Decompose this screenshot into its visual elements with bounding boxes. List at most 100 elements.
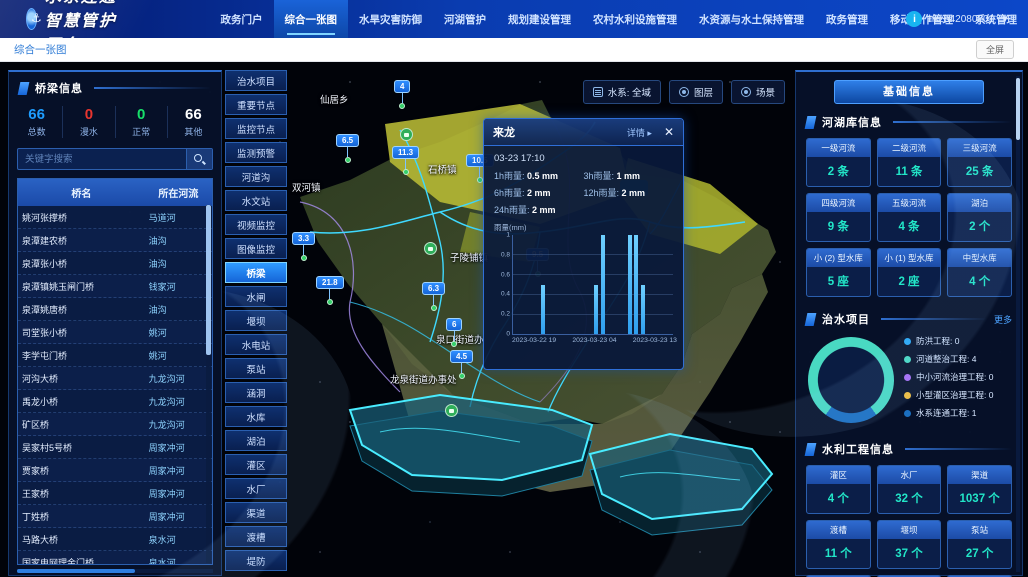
marker-dot-icon — [431, 305, 437, 311]
close-icon[interactable]: ✕ — [664, 126, 674, 138]
table-row[interactable]: 吴家村5号桥周家冲河 — [18, 436, 212, 459]
marker-stem — [405, 159, 406, 169]
map-control-图层[interactable]: 图层 — [669, 80, 723, 104]
table-row[interactable]: 马路大桥泉水河 — [18, 528, 212, 551]
river-card-中型水库: 中型水库4 个 — [947, 248, 1012, 297]
nav-item-农村水利设施管理[interactable]: 农村水利设施管理 — [582, 0, 688, 38]
camera-marker-icon[interactable] — [400, 128, 413, 141]
camera-marker-icon[interactable] — [424, 242, 437, 255]
popup-detail-link[interactable]: 详情 ▸ — [627, 126, 652, 139]
layer-item-监控节点[interactable]: 监控节点 — [225, 118, 287, 139]
card-value: 11 条 — [878, 157, 941, 186]
user-menu[interactable]: i hkzb42080201 ▼ — [906, 0, 1010, 38]
table-row[interactable]: 禹龙小桥九龙沟河 — [18, 390, 212, 413]
marker-stem — [479, 167, 480, 177]
layer-item-渠道[interactable]: 渠道 — [225, 502, 287, 523]
layer-item-水电站[interactable]: 水电站 — [225, 334, 287, 355]
layer-item-治水项目[interactable]: 治水项目 — [225, 70, 287, 91]
map-control-水系: 全域[interactable]: 水系: 全域 — [583, 80, 661, 104]
legend-item-河道整治工程: 河道整治工程: 4 — [904, 353, 1014, 365]
layer-item-河道沟[interactable]: 河道沟 — [225, 166, 287, 187]
map-control-label: 图层 — [694, 85, 713, 99]
station-marker[interactable]: 6 — [446, 318, 462, 347]
layer-item-堰坝[interactable]: 堰坝 — [225, 310, 287, 331]
projects-section-title: 治水项目 — [822, 311, 870, 327]
basic-info-button[interactable]: 基础信息 — [834, 80, 984, 104]
bridge-name-cell: 贾家桥 — [18, 459, 145, 481]
nav-item-水旱灾害防御[interactable]: 水旱灾害防御 — [348, 0, 433, 38]
table-row[interactable]: 河沟大桥九龙沟河 — [18, 367, 212, 390]
layer-item-水文站[interactable]: 水文站 — [225, 190, 287, 211]
layer-item-涵洞[interactable]: 涵洞 — [225, 382, 287, 403]
layer-item-水厂[interactable]: 水厂 — [225, 478, 287, 499]
table-row[interactable]: 丁姓桥周家冲河 — [18, 505, 212, 528]
scene-icon — [741, 87, 751, 97]
layer-item-重要节点[interactable]: 重要节点 — [225, 94, 287, 115]
layer-item-桥梁[interactable]: 桥梁 — [225, 262, 287, 283]
dashboard-root: 水系连通智慧管护平台 政务门户综合一张图水旱灾害防御河湖管护规划建设管理农村水利… — [0, 0, 1028, 577]
river-name-cell: 泉水河 — [145, 528, 212, 550]
rain-slot — [620, 235, 627, 334]
station-marker[interactable]: 21.8 — [316, 276, 344, 305]
station-marker[interactable]: 6.3 — [422, 282, 445, 311]
table-row[interactable]: 姚河张撑桥马道河 — [18, 206, 212, 229]
marker-dot-icon — [327, 299, 333, 305]
table-row[interactable]: 李学屯门桥姚河 — [18, 344, 212, 367]
camera-marker-icon[interactable] — [445, 404, 458, 417]
nav-item-政务管理[interactable]: 政务管理 — [815, 0, 879, 38]
x-tick-label: 2023-03-23 04 — [572, 337, 616, 344]
marker-dot-icon — [345, 157, 351, 163]
layer-item-水库[interactable]: 水库 — [225, 406, 287, 427]
layer-item-泵站[interactable]: 泵站 — [225, 358, 287, 379]
station-marker[interactable]: 6.5 — [336, 134, 359, 163]
search-input[interactable] — [18, 149, 186, 169]
station-marker[interactable]: 11.3 — [392, 146, 419, 175]
more-link[interactable]: 更多 — [994, 313, 1012, 326]
nav-item-河湖管护[interactable]: 河湖管护 — [433, 0, 497, 38]
table-row[interactable]: 司堂张小桥姚河 — [18, 321, 212, 344]
nav-item-政务门户[interactable]: 政务门户 — [210, 0, 274, 38]
table-row[interactable]: 矿区桥九龙沟河 — [18, 413, 212, 436]
nav-item-规划建设管理[interactable]: 规划建设管理 — [497, 0, 582, 38]
table-row[interactable]: 王家桥周家冲河 — [18, 482, 212, 505]
nav-item-综合一张图[interactable]: 综合一张图 — [274, 0, 349, 38]
rain-slot — [566, 235, 573, 334]
table-row[interactable]: 国家电网理金门桥泉水河 — [18, 551, 212, 564]
card-label: 堰坝 — [878, 521, 941, 539]
layer-item-监测预警[interactable]: 监测预警 — [225, 142, 287, 163]
rain-slot — [626, 235, 633, 334]
scrollbar-thumb[interactable] — [17, 569, 135, 573]
rain-slot — [633, 235, 640, 334]
map-control-场景[interactable]: 场景 — [731, 80, 785, 104]
marker-dot-icon — [451, 341, 457, 347]
layer-item-灌区[interactable]: 灌区 — [225, 454, 287, 475]
scrollbar-thumb[interactable] — [1016, 78, 1020, 140]
popup-header: 来龙 详情 ▸ ✕ — [484, 119, 683, 146]
table-row[interactable]: 泉潭张小桥油沟 — [18, 252, 212, 275]
table-row[interactable]: 贾家桥周家冲河 — [18, 459, 212, 482]
projects-chart-row: 防洪工程: 0河道整治工程: 4中小河流治理工程: 0小型灌区治理工程: 0水系… — [796, 333, 1022, 433]
card-value: 4 条 — [878, 212, 941, 241]
table-row[interactable]: 泉潭镇姚玉闸门桥钱家河 — [18, 275, 212, 298]
nav-item-水资源与水土保持管理[interactable]: 水资源与水土保持管理 — [688, 0, 815, 38]
layer-item-水闸[interactable]: 水闸 — [225, 286, 287, 307]
station-marker[interactable]: 4 — [394, 80, 410, 109]
map-control-label: 水系: 全域 — [608, 85, 651, 99]
station-marker[interactable]: 3.3 — [292, 232, 315, 261]
card-label: 四级河流 — [807, 194, 870, 212]
bridge-search — [17, 148, 213, 170]
legend-dot-icon — [904, 374, 911, 381]
table-row[interactable]: 泉潭姚唐桥油沟 — [18, 298, 212, 321]
table-row[interactable]: 泉潭建农桥油沟 — [18, 229, 212, 252]
layer-item-图像监控[interactable]: 图像监控 — [225, 238, 287, 259]
layer-item-堤防[interactable]: 堤防 — [225, 550, 287, 571]
fullscreen-button[interactable]: 全屏 — [976, 40, 1014, 59]
search-button[interactable] — [186, 149, 212, 169]
layer-item-视频监控[interactable]: 视频监控 — [225, 214, 287, 235]
layer-item-渡槽[interactable]: 渡槽 — [225, 526, 287, 547]
card-label: 渠道 — [948, 466, 1011, 484]
layer-item-湖泊[interactable]: 湖泊 — [225, 430, 287, 451]
scrollbar-thumb[interactable] — [206, 205, 211, 355]
station-marker[interactable]: 4.5 — [450, 350, 473, 379]
breadcrumb[interactable]: 综合一张图 — [14, 42, 67, 57]
